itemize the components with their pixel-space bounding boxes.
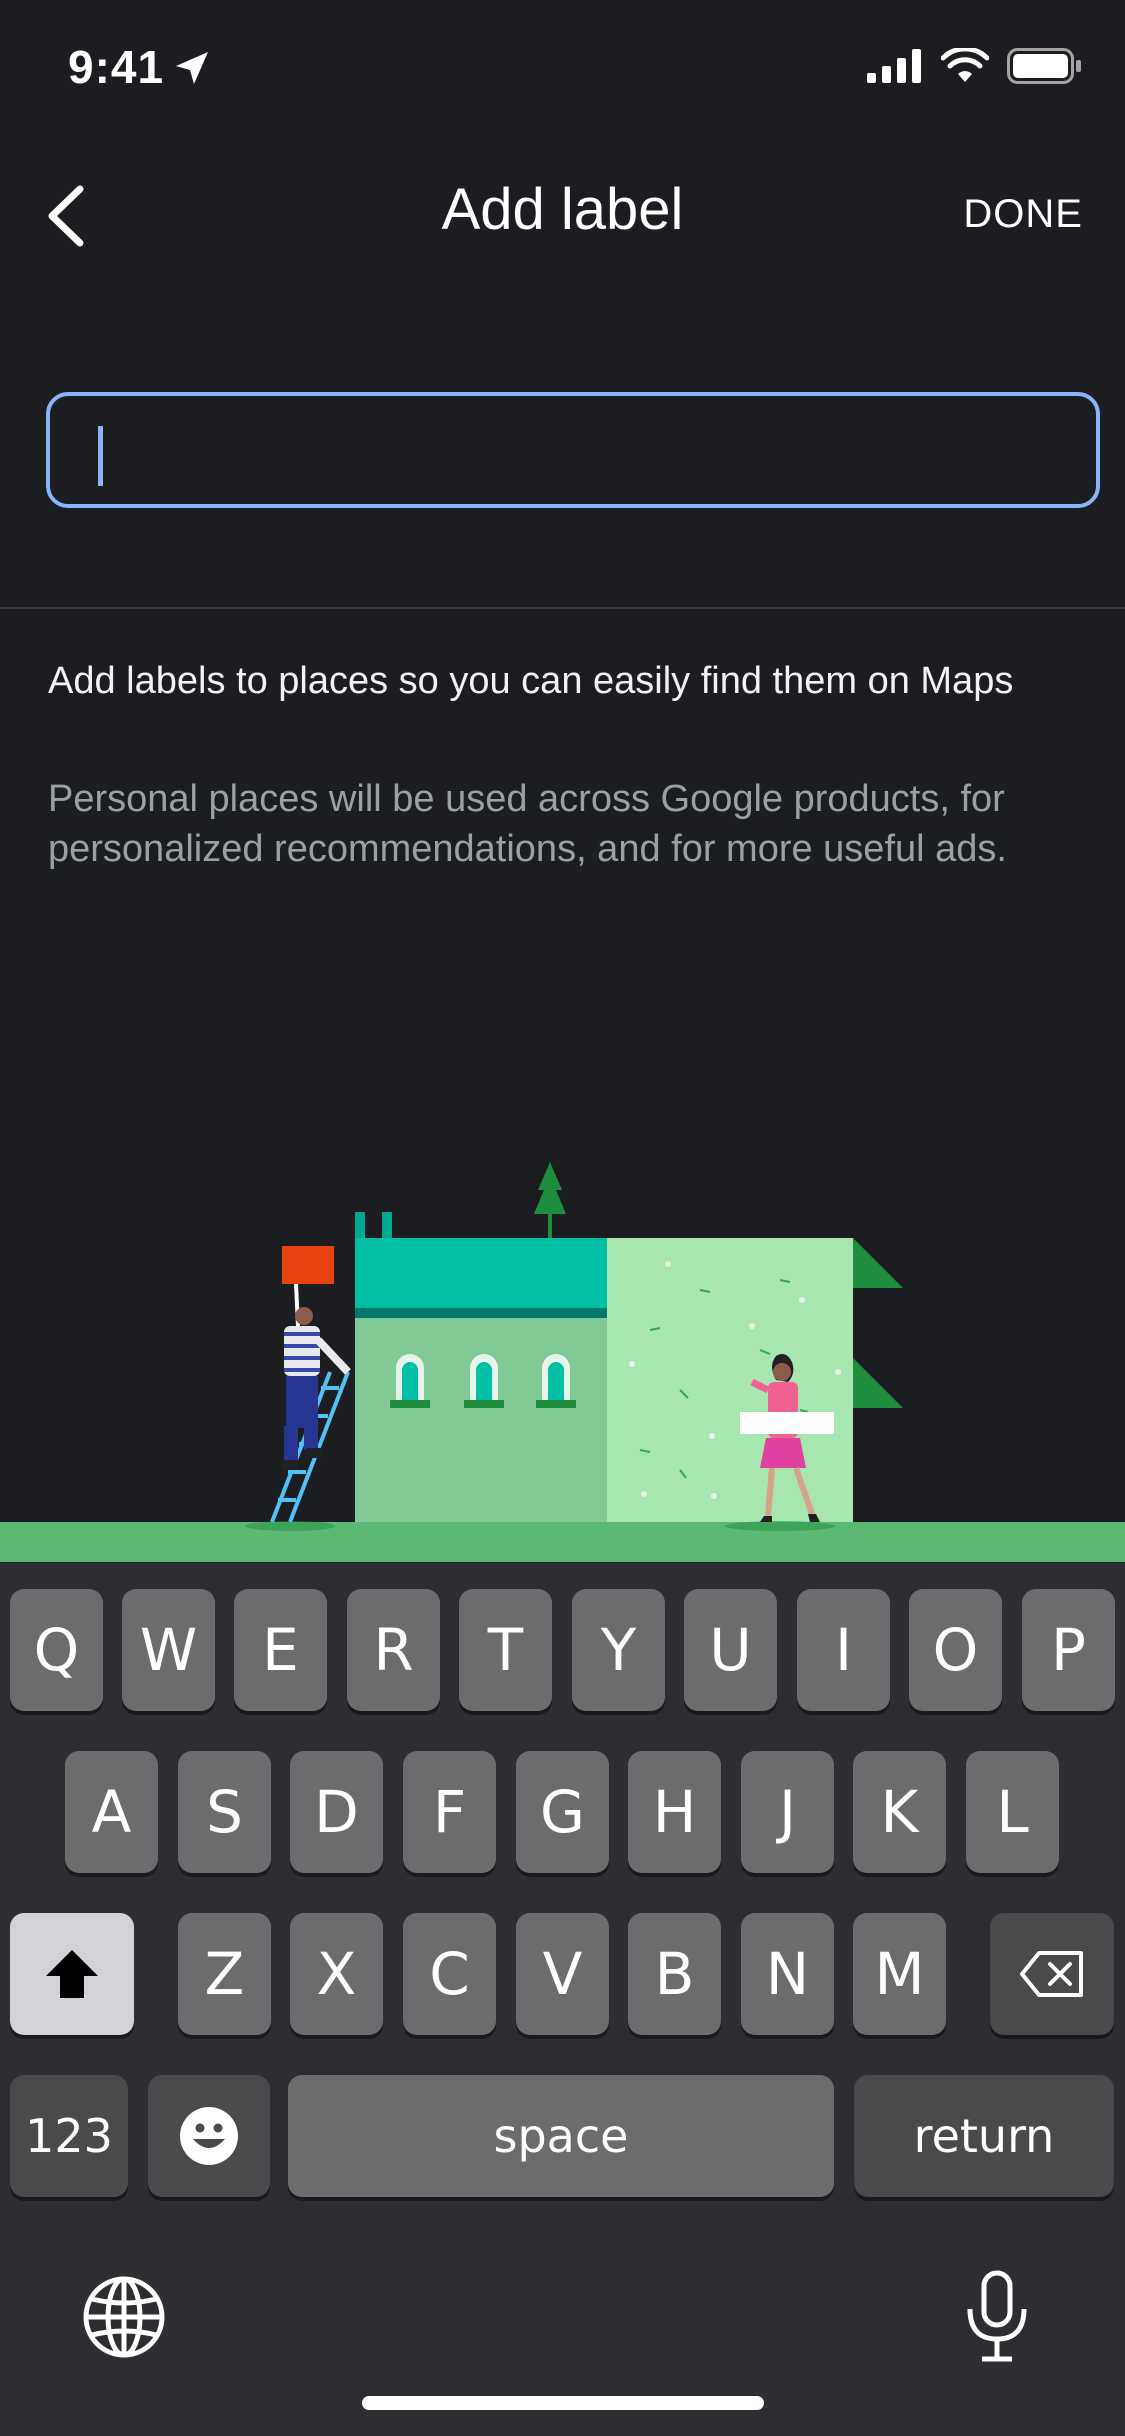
keyboard: Q W E R T Y U I O P A S D F G H J K L Z … <box>0 1563 1125 2436</box>
page-title: Add label <box>441 177 684 242</box>
labels-illustration <box>0 1162 1125 1562</box>
key-c[interactable]: C <box>403 1913 496 2035</box>
divider <box>0 607 1125 609</box>
key-d[interactable]: D <box>290 1751 383 1873</box>
space-key[interactable]: space <box>288 2075 834 2197</box>
key-w[interactable]: W <box>122 1589 215 1711</box>
battery-icon <box>1007 48 1081 84</box>
key-j[interactable]: J <box>741 1751 834 1873</box>
key-q[interactable]: Q <box>10 1589 103 1711</box>
emoji-key[interactable] <box>148 2075 270 2197</box>
shift-key[interactable] <box>10 1913 134 2035</box>
text-caret <box>98 426 103 486</box>
key-p[interactable]: P <box>1022 1589 1115 1711</box>
dictation-button[interactable] <box>962 2269 1032 2365</box>
globe-button[interactable] <box>82 2275 166 2359</box>
key-k[interactable]: K <box>853 1751 946 1873</box>
key-b[interactable]: B <box>628 1913 721 2035</box>
key-z[interactable]: Z <box>178 1913 271 2035</box>
key-e[interactable]: E <box>234 1589 327 1711</box>
key-h[interactable]: H <box>628 1751 721 1873</box>
key-x[interactable]: X <box>290 1913 383 2035</box>
key-l[interactable]: L <box>966 1751 1059 1873</box>
key-s[interactable]: S <box>178 1751 271 1873</box>
delete-icon <box>1020 1951 1083 1997</box>
status-icons <box>867 48 1083 84</box>
key-v[interactable]: V <box>516 1913 609 2035</box>
key-i[interactable]: I <box>797 1589 890 1711</box>
key-m[interactable]: M <box>853 1913 946 2035</box>
key-r[interactable]: R <box>347 1589 440 1711</box>
key-t[interactable]: T <box>459 1589 552 1711</box>
key-o[interactable]: O <box>909 1589 1002 1711</box>
key-g[interactable]: G <box>516 1751 609 1873</box>
label-input[interactable] <box>46 392 1100 508</box>
return-key[interactable]: return <box>854 2075 1114 2197</box>
status-time: 9:41 <box>68 41 165 93</box>
numbers-key[interactable]: 123 <box>10 2075 128 2197</box>
shift-icon <box>46 1950 98 1998</box>
done-button[interactable]: DONE <box>963 192 1083 237</box>
info-heading: Add labels to places so you can easily f… <box>48 660 1014 702</box>
signal-icon <box>867 49 921 83</box>
key-n[interactable]: N <box>741 1913 834 2035</box>
emoji-icon <box>180 2107 238 2165</box>
globe-icon <box>83 2276 165 2358</box>
key-f[interactable]: F <box>403 1751 496 1873</box>
location-arrow-icon <box>176 52 208 84</box>
key-y[interactable]: Y <box>572 1589 665 1711</box>
delete-key[interactable] <box>990 1913 1114 2035</box>
wifi-icon <box>941 48 989 82</box>
info-body: Personal places will be used across Goog… <box>48 778 1007 870</box>
home-indicator[interactable] <box>362 2396 764 2410</box>
key-a[interactable]: A <box>65 1751 158 1873</box>
key-u[interactable]: U <box>684 1589 777 1711</box>
microphone-icon <box>967 2270 1027 2362</box>
